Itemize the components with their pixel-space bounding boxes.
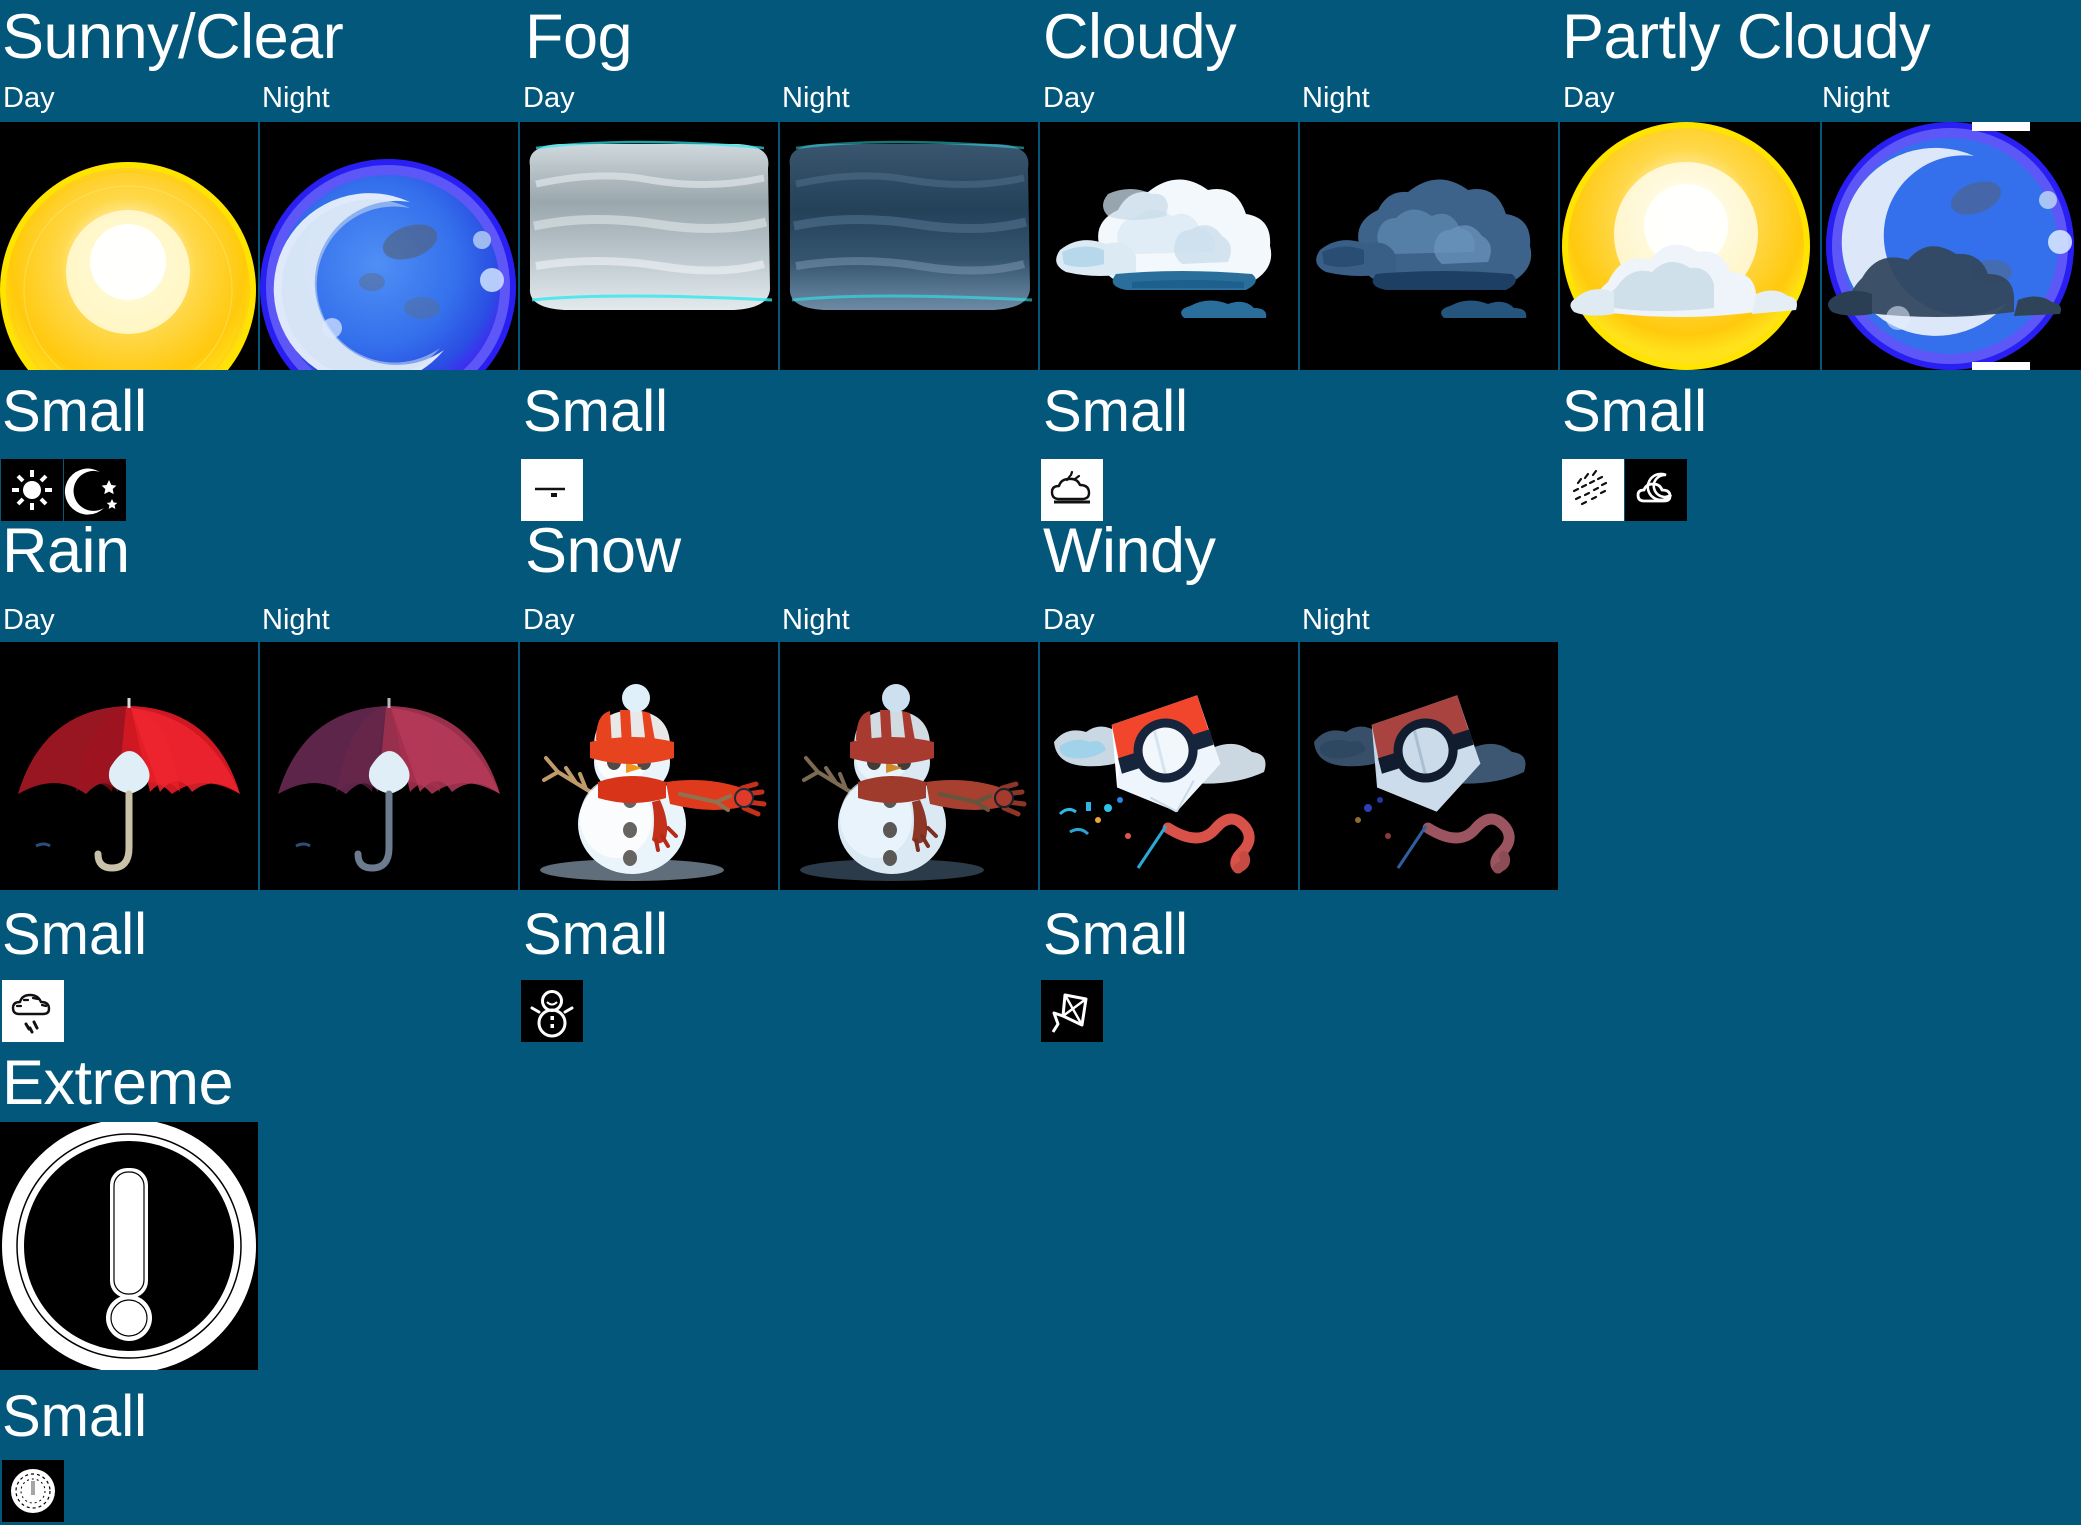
moon-icon [260,122,518,370]
sun-cloud-small-icon [1562,459,1624,521]
small-title-extreme: Small [2,1384,148,1449]
snowman-small-icon [521,980,583,1042]
daynight-label-windy-day: Day [1043,604,1095,636]
daynight-label-rain-day: Day [3,604,55,636]
tile-windy-day[interactable] [1040,642,1298,890]
small-icon-fog[interactable] [521,459,583,521]
daynight-label-snow-day: Day [523,604,575,636]
snowman-icon [780,642,1038,890]
daynight-label-fog-night: Night [782,82,850,114]
group-title-partly-cloudy: Partly Cloudy [1562,2,1931,72]
tile-extreme[interactable] [0,1122,258,1370]
tile-rain-day[interactable] [0,642,258,890]
sun-small-icon [12,470,52,510]
daynight-label-windy-night: Night [1302,604,1370,636]
small-title-snow: Small [523,902,669,967]
daynight-label-partly-night: Night [1822,82,1890,114]
small-icon-extreme[interactable] [2,1460,64,1522]
weather-icon-sheet: Sunny/Clear Fog Cloudy Partly Cloudy Day… [0,0,2081,1525]
small-icon-cloudy[interactable] [1041,459,1103,521]
kite-icon [1040,642,1298,890]
group-title-extreme: Extreme [2,1048,234,1118]
small-title-partly-cloudy: Small [1562,379,1708,444]
group-title-sunny-clear: Sunny/Clear [2,2,344,72]
small-title-windy: Small [1043,902,1189,967]
small-title-rain: Small [2,902,148,967]
daynight-label-snow-night: Night [782,604,850,636]
moon-cloud-icon [1822,122,2081,370]
fog-bank-icon [520,122,778,370]
daynight-label-sunny-night: Night [262,82,330,114]
cloud-icon [1300,122,1558,370]
umbrella-icon [260,642,518,890]
umbrella-icon [0,642,258,890]
fog-bank-icon [780,122,1038,370]
sun-cloud-icon [1560,122,1820,370]
daynight-label-fog-day: Day [523,82,575,114]
warning-small-icon [2,1460,64,1522]
tile-windy-night[interactable] [1300,642,1558,890]
tile-cloudy-day[interactable] [1040,122,1298,370]
group-title-fog: Fog [525,2,633,72]
group-title-snow: Snow [525,516,681,586]
daynight-label-cloudy-day: Day [1043,82,1095,114]
sun-icon [0,122,258,370]
tile-snow-day[interactable] [520,642,778,890]
cloud-icon [1040,122,1298,370]
daynight-label-sunny-day: Day [3,82,55,114]
cloud-small-icon [1041,459,1103,521]
moon-cloud-small-icon [1625,459,1687,521]
small-icon-moon-stars[interactable] [64,459,126,521]
group-title-windy: Windy [1043,516,1216,586]
group-title-rain: Rain [2,516,130,586]
small-title-cloudy: Small [1043,379,1189,444]
small-icon-partly-cloudy-day[interactable] [1562,459,1624,521]
small-icon-rain[interactable] [2,980,64,1042]
snowman-icon [520,642,778,890]
tile-rain-night[interactable] [260,642,518,890]
group-title-cloudy: Cloudy [1043,2,1237,72]
small-icon-sun[interactable] [1,459,63,521]
daynight-label-partly-day: Day [1563,82,1615,114]
daynight-label-rain-night: Night [262,604,330,636]
small-icon-partly-cloudy-night[interactable] [1625,459,1687,521]
small-title-fog: Small [523,379,669,444]
tile-fog-night[interactable] [780,122,1038,370]
warning-exclamation-icon [0,1122,258,1370]
small-icon-snow[interactable] [521,980,583,1042]
kite-small-icon [1041,980,1103,1042]
tile-partly-cloudy-day[interactable] [1560,122,1820,370]
tile-partly-cloudy-night[interactable] [1822,122,2081,370]
small-icon-windy[interactable] [1041,980,1103,1042]
tile-snow-night[interactable] [780,642,1038,890]
kite-icon [1300,642,1558,890]
tile-sunny-day[interactable] [0,122,258,370]
rain-cloud-small-icon [2,980,64,1042]
fog-lines-small-icon [521,459,583,521]
small-title-sunny: Small [2,379,148,444]
tile-cloudy-night[interactable] [1300,122,1558,370]
tile-sunny-night[interactable] [260,122,518,370]
daynight-label-cloudy-night: Night [1302,82,1370,114]
tile-fog-day[interactable] [520,122,778,370]
moon-stars-small-icon [64,468,118,515]
